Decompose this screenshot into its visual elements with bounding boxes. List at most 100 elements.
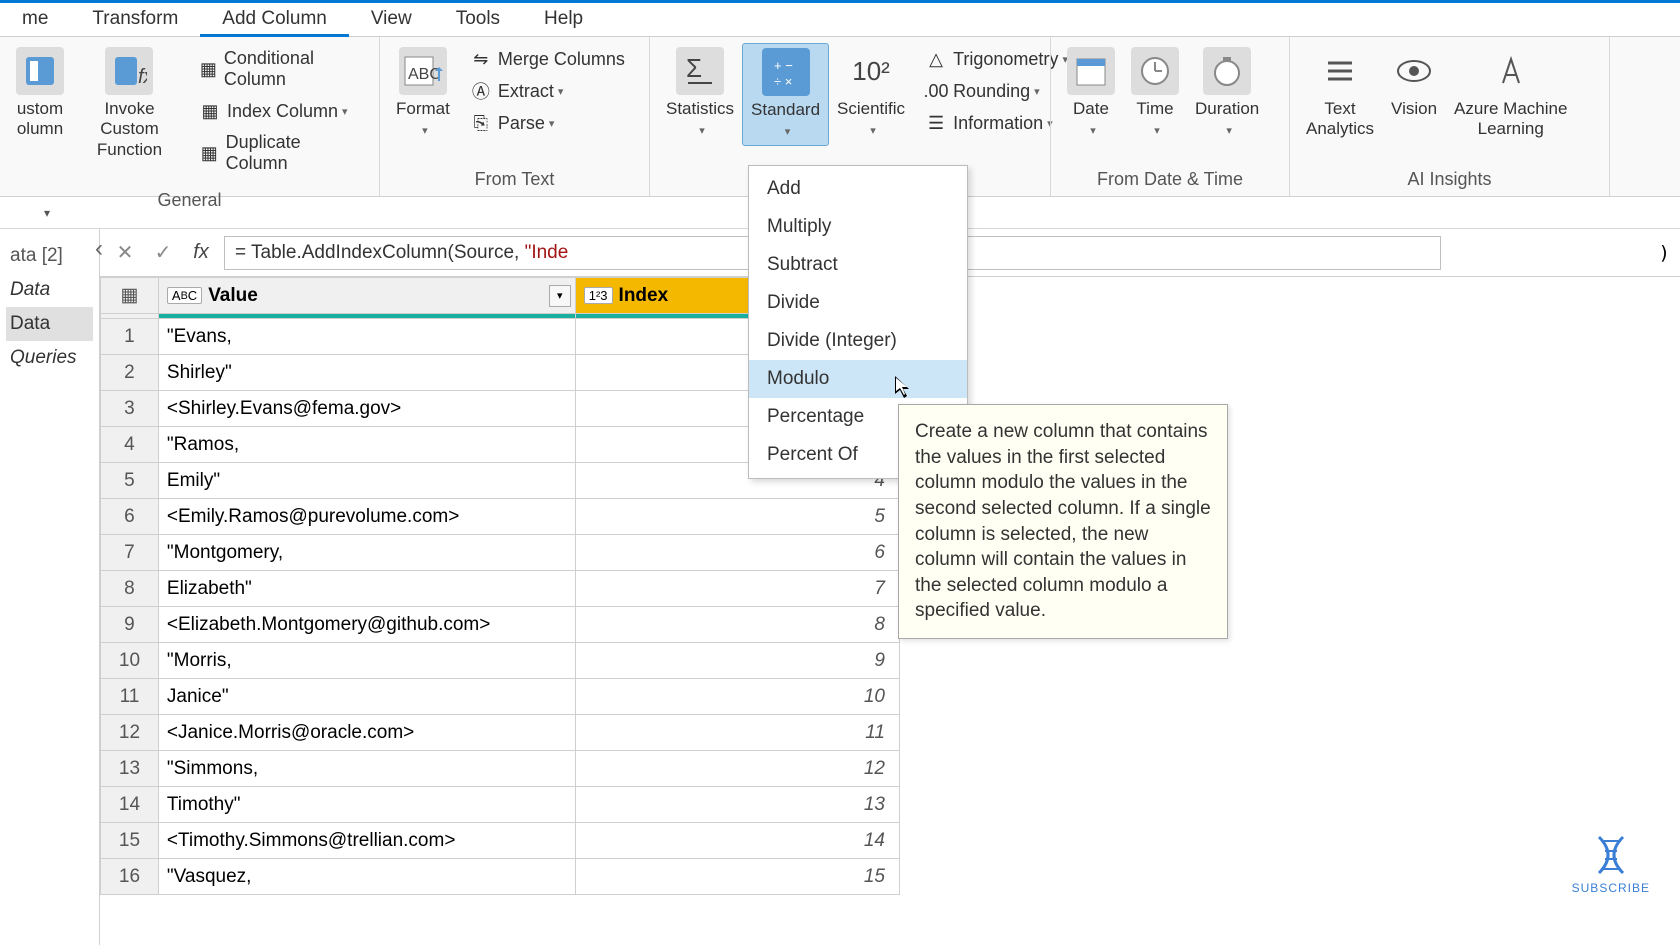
cell-index[interactable]: 15 bbox=[575, 859, 899, 895]
custom-column-button[interactable]: ustomolumn bbox=[8, 43, 72, 144]
group-label-fromtext: From Text bbox=[380, 164, 649, 196]
standard-button[interactable]: + −÷ × Standard▾ bbox=[742, 43, 829, 146]
corner-cell[interactable]: ▦ bbox=[101, 278, 159, 314]
menu-transform[interactable]: Transform bbox=[70, 3, 200, 36]
row-number: 6 bbox=[101, 499, 159, 535]
row-number: 1 bbox=[101, 319, 159, 355]
row-number: 12 bbox=[101, 715, 159, 751]
conditional-column-button[interactable]: ▦Conditional Column bbox=[193, 45, 365, 93]
dropdown-item-add[interactable]: Add bbox=[749, 170, 967, 208]
cell-value[interactable]: "Ramos, bbox=[158, 427, 575, 463]
menu-help[interactable]: Help bbox=[522, 3, 605, 36]
statistics-button[interactable]: Σ Statistics▾ bbox=[658, 43, 742, 144]
cell-value[interactable]: <Emily.Ramos@purevolume.com> bbox=[158, 499, 575, 535]
vision-icon bbox=[1390, 47, 1438, 95]
date-button[interactable]: Date▾ bbox=[1059, 43, 1123, 144]
menu-add-column[interactable]: Add Column bbox=[200, 3, 349, 37]
table-row[interactable]: 13"Simmons,12 bbox=[101, 751, 900, 787]
filter-dropdown-icon[interactable]: ▾ bbox=[549, 285, 571, 307]
format-button[interactable]: ABC Format▾ bbox=[388, 43, 458, 144]
queries-header: ata [2] bbox=[6, 239, 93, 273]
cell-index[interactable]: 5 bbox=[575, 499, 899, 535]
dropdown-item-modulo[interactable]: Modulo bbox=[749, 360, 967, 398]
scientific-icon: 10² bbox=[847, 47, 895, 95]
cell-index[interactable]: 8 bbox=[575, 607, 899, 643]
group-label-general: General bbox=[0, 185, 379, 217]
table-row[interactable]: 11Janice"10 bbox=[101, 679, 900, 715]
cell-value[interactable]: "Evans, bbox=[158, 319, 575, 355]
table-row[interactable]: 15<Timothy.Simmons@trellian.com>14 bbox=[101, 823, 900, 859]
fx-icon[interactable]: fx bbox=[186, 238, 216, 268]
azure-ml-button[interactable]: Azure MachineLearning bbox=[1446, 43, 1575, 144]
queries-pane: ‹ ata [2] Data Data Queries bbox=[0, 229, 100, 945]
standard-icon: + −÷ × bbox=[762, 48, 810, 96]
formula-commit-button[interactable]: ✓ bbox=[148, 238, 178, 268]
query-item[interactable]: Data bbox=[6, 273, 93, 307]
menu-view[interactable]: View bbox=[349, 3, 434, 36]
merge-columns-button[interactable]: ⇋Merge Columns bbox=[464, 45, 631, 73]
cell-value[interactable]: <Timothy.Simmons@trellian.com> bbox=[158, 823, 575, 859]
cell-value[interactable]: "Simmons, bbox=[158, 751, 575, 787]
cell-index[interactable]: 11 bbox=[575, 715, 899, 751]
cell-index[interactable]: 6 bbox=[575, 535, 899, 571]
table-row[interactable]: 14Timothy"13 bbox=[101, 787, 900, 823]
formula-cancel-button[interactable]: ✕ bbox=[110, 238, 140, 268]
time-button[interactable]: Time▾ bbox=[1123, 43, 1187, 144]
format-icon: ABC bbox=[399, 47, 447, 95]
cell-value[interactable]: Janice" bbox=[158, 679, 575, 715]
cell-value[interactable]: Emily" bbox=[158, 463, 575, 499]
row-number: 16 bbox=[101, 859, 159, 895]
table-row[interactable]: 7"Montgomery,6 bbox=[101, 535, 900, 571]
cell-value[interactable]: Elizabeth" bbox=[158, 571, 575, 607]
duration-button[interactable]: Duration▾ bbox=[1187, 43, 1267, 144]
index-column-button[interactable]: ▦Index Column▾ bbox=[193, 97, 365, 125]
text-analytics-button[interactable]: TextAnalytics bbox=[1298, 43, 1382, 144]
table-row[interactable]: 8Elizabeth"7 bbox=[101, 571, 900, 607]
cell-index[interactable]: 7 bbox=[575, 571, 899, 607]
cell-value[interactable]: <Janice.Morris@oracle.com> bbox=[158, 715, 575, 751]
table-row[interactable]: 9<Elizabeth.Montgomery@github.com>8 bbox=[101, 607, 900, 643]
parse-button[interactable]: ⎘Parse▾ bbox=[464, 109, 631, 137]
scientific-button[interactable]: 10² Scientific▾ bbox=[829, 43, 913, 144]
cell-index[interactable]: 14 bbox=[575, 823, 899, 859]
collapse-chevron-icon[interactable]: ‹ bbox=[95, 235, 103, 263]
column-header-value[interactable]: ABCValue ▾ bbox=[158, 278, 575, 314]
cell-value[interactable]: <Shirley.Evans@fema.gov> bbox=[158, 391, 575, 427]
info-icon: ☰ bbox=[925, 112, 947, 134]
vision-button[interactable]: Vision bbox=[1382, 43, 1446, 123]
row-number: 10 bbox=[101, 643, 159, 679]
table-row[interactable]: 10"Morris,9 bbox=[101, 643, 900, 679]
dropdown-item-divide[interactable]: Divide bbox=[749, 284, 967, 322]
table-row[interactable]: 16"Vasquez,15 bbox=[101, 859, 900, 895]
dropdown-item-divide-integer-[interactable]: Divide (Integer) bbox=[749, 322, 967, 360]
subscribe-badge[interactable]: SUBSCRIBE bbox=[1572, 831, 1650, 895]
group-label-ai: AI Insights bbox=[1290, 164, 1609, 196]
cell-value[interactable]: "Montgomery, bbox=[158, 535, 575, 571]
cell-index[interactable]: 12 bbox=[575, 751, 899, 787]
query-item[interactable]: Queries bbox=[6, 341, 93, 375]
duplicate-icon: ▦ bbox=[199, 142, 220, 164]
invoke-custom-function-button[interactable]: fx Invoke CustomFunction bbox=[72, 43, 187, 164]
dropdown-item-multiply[interactable]: Multiply bbox=[749, 208, 967, 246]
menu-tools[interactable]: Tools bbox=[434, 3, 522, 36]
query-item[interactable]: Data bbox=[6, 307, 93, 341]
cell-value[interactable]: "Vasquez, bbox=[158, 859, 575, 895]
cell-index[interactable]: 9 bbox=[575, 643, 899, 679]
extract-button[interactable]: ⒶExtract▾ bbox=[464, 77, 631, 105]
cell-value[interactable]: "Morris, bbox=[158, 643, 575, 679]
modulo-tooltip: Create a new column that contains the va… bbox=[898, 404, 1228, 639]
cell-value[interactable]: Timothy" bbox=[158, 787, 575, 823]
chevron-down-icon: ▾ bbox=[558, 85, 564, 98]
statistics-icon: Σ bbox=[676, 47, 724, 95]
cell-value[interactable]: <Elizabeth.Montgomery@github.com> bbox=[158, 607, 575, 643]
menu-home[interactable]: me bbox=[0, 3, 70, 36]
table-row[interactable]: 6<Emily.Ramos@purevolume.com>5 bbox=[101, 499, 900, 535]
cell-index[interactable]: 10 bbox=[575, 679, 899, 715]
duplicate-column-button[interactable]: ▦Duplicate Column bbox=[193, 129, 365, 177]
duration-icon bbox=[1203, 47, 1251, 95]
dropdown-item-subtract[interactable]: Subtract bbox=[749, 246, 967, 284]
cell-index[interactable]: 13 bbox=[575, 787, 899, 823]
cell-value[interactable]: Shirley" bbox=[158, 355, 575, 391]
table-row[interactable]: 12<Janice.Morris@oracle.com>11 bbox=[101, 715, 900, 751]
trig-icon: △ bbox=[925, 48, 947, 70]
